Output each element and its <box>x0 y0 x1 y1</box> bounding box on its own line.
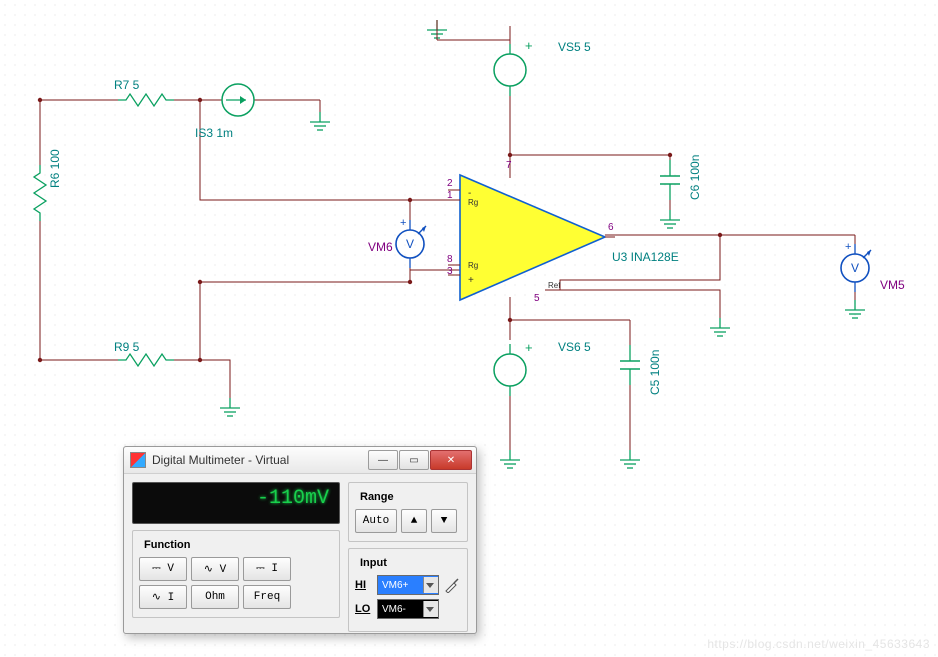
lo-select-value: VM6- <box>382 604 406 615</box>
resistor-R7[interactable] <box>118 94 174 106</box>
lcd-display: -110mV <box>132 482 340 524</box>
label-R7: R7 5 <box>114 78 139 92</box>
pin-5: 5 <box>534 293 540 304</box>
label-R9: R9 5 <box>114 340 139 354</box>
pin-2: 2 <box>447 178 453 189</box>
app-icon <box>130 452 146 468</box>
ground-icon <box>660 210 680 228</box>
label-IS3: IS3 1m <box>195 126 233 140</box>
pin-8: 8 <box>447 254 453 265</box>
maximize-button[interactable]: ▭ <box>399 450 429 470</box>
voltmeter-VM5[interactable]: + <box>841 241 871 292</box>
svg-text:Rg: Rg <box>468 261 478 270</box>
ground-icon <box>500 450 520 468</box>
pin-7: 7 <box>506 160 512 171</box>
ac-voltage-button[interactable]: ∿ V <box>191 557 239 581</box>
dialog-title: Digital Multimeter - Virtual <box>152 453 368 467</box>
capacitor-C5[interactable] <box>620 345 640 385</box>
opamp-U3[interactable]: Rg Rg - + Ref <box>448 165 615 310</box>
label-VS5: VS5 5 <box>558 40 591 54</box>
hi-label: HI <box>355 579 373 591</box>
multimeter-dialog[interactable]: Digital Multimeter - Virtual ― ▭ ✕ -110m… <box>123 446 477 634</box>
voltage-source-VS6[interactable] <box>494 344 526 396</box>
chevron-down-icon <box>426 583 434 588</box>
minimize-button[interactable]: ― <box>368 450 398 470</box>
svg-text:+: + <box>845 241 851 253</box>
range-down-button[interactable]: ▼ <box>431 509 457 533</box>
capacitor-C6[interactable] <box>660 160 680 200</box>
ac-current-button[interactable]: ∿ I <box>139 585 187 609</box>
range-group-title: Range <box>357 491 397 503</box>
pin-1: 1 <box>447 190 453 201</box>
label-C5: C5 100n <box>648 350 662 395</box>
svg-text:+: + <box>525 38 533 53</box>
svg-text:Rg: Rg <box>468 198 478 207</box>
ground-icon <box>220 398 240 416</box>
chevron-down-icon <box>426 607 434 612</box>
svg-text:+: + <box>400 217 406 229</box>
ground-icon <box>310 112 330 130</box>
label-R6: R6 100 <box>48 149 62 188</box>
pin-3: 3 <box>447 266 453 277</box>
range-up-button[interactable]: ▲ <box>401 509 427 533</box>
label-U3: U3 INA128E <box>612 250 679 264</box>
pin-6: 6 <box>608 222 614 233</box>
dc-voltage-button[interactable]: ⎓ V <box>139 557 187 581</box>
input-group-title: Input <box>357 557 390 569</box>
ohm-button[interactable]: Ohm <box>191 585 239 609</box>
watermark: https://blog.csdn.net/weixin_45633643 <box>707 637 930 651</box>
label-C6: C6 100n <box>688 155 702 200</box>
voltmeter-VM6[interactable]: + <box>396 217 426 268</box>
lo-label: LO <box>355 603 373 615</box>
close-button[interactable]: ✕ <box>430 450 472 470</box>
function-group: Function ⎓ V ∿ V ⎓ I ∿ I Ohm Freq <box>132 530 340 618</box>
resistor-R9[interactable] <box>118 354 174 366</box>
current-source-IS3[interactable] <box>222 84 254 116</box>
hi-select-value: VM6+ <box>382 580 408 591</box>
label-VS6: VS6 5 <box>558 340 591 354</box>
range-group: Range Auto ▲ ▼ <box>348 482 468 542</box>
input-group: Input HI VM6+ LO VM6 <box>348 548 468 632</box>
label-VM5: VM5 <box>880 278 905 292</box>
function-group-title: Function <box>141 539 193 551</box>
probe-icon[interactable] <box>443 576 461 594</box>
dialog-titlebar[interactable]: Digital Multimeter - Virtual ― ▭ ✕ <box>124 447 476 474</box>
hi-select[interactable]: VM6+ <box>377 575 439 595</box>
dc-current-button[interactable]: ⎓ I <box>243 557 291 581</box>
resistor-R6[interactable] <box>34 165 46 221</box>
label-VM6: VM6 <box>368 240 393 254</box>
ground-icon <box>845 300 865 318</box>
ground-icon <box>620 450 640 468</box>
voltage-source-VS5[interactable] <box>494 44 526 96</box>
svg-text:-: - <box>468 188 471 199</box>
freq-button[interactable]: Freq <box>243 585 291 609</box>
svg-text:+: + <box>525 340 533 355</box>
lo-select[interactable]: VM6- <box>377 599 439 619</box>
ground-icon <box>710 318 730 336</box>
svg-text:Ref: Ref <box>548 281 561 290</box>
range-auto-button[interactable]: Auto <box>355 509 397 533</box>
svg-text:+: + <box>468 275 474 286</box>
